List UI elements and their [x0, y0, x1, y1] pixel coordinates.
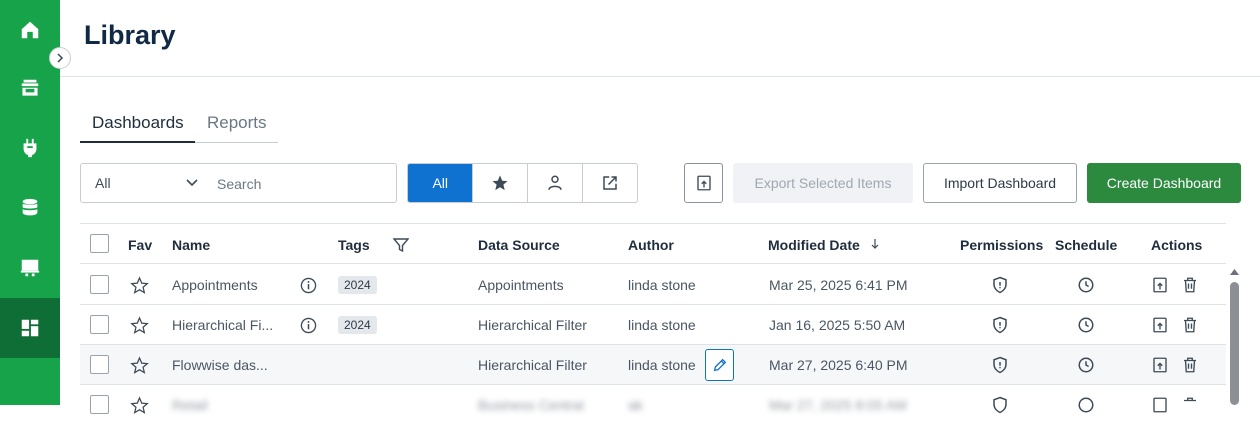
- sidebar-item-data[interactable]: [0, 178, 60, 238]
- database-icon: [22, 198, 38, 216]
- shield-icon[interactable]: [991, 316, 1009, 334]
- table-row[interactable]: Retail Business Central ak Mar 27, 2025 …: [80, 385, 1226, 425]
- table-header: Fav Name Tags Data Source Author Modifie…: [80, 223, 1226, 264]
- active-tab-indicator: [80, 141, 195, 143]
- export-icon-button[interactable]: [684, 163, 723, 203]
- table-row[interactable]: Flowwise das... Hierarchical Filter lind…: [80, 345, 1226, 385]
- header-actions: Actions: [1151, 237, 1203, 253]
- row-modified-date: Mar 27, 2025 8:05 AM: [769, 397, 907, 413]
- export-dashboard-icon: [696, 175, 711, 191]
- shield-icon[interactable]: [991, 356, 1009, 374]
- plug-icon: [23, 138, 37, 158]
- table-row[interactable]: Hierarchical Fi... 2024 Hierarchical Fil…: [80, 305, 1226, 345]
- sidebar-item-inbox[interactable]: [0, 58, 60, 118]
- row-data-source: Appointments: [478, 277, 564, 293]
- row-checkbox[interactable]: [90, 315, 109, 334]
- chevron-down-icon[interactable]: [185, 176, 199, 190]
- tag-badge: 2024: [338, 316, 377, 334]
- info-icon[interactable]: [300, 317, 317, 334]
- export-dashboard-icon[interactable]: [1151, 396, 1169, 414]
- import-dashboard-button[interactable]: Import Dashboard: [923, 163, 1077, 203]
- sort-down-icon[interactable]: [870, 238, 880, 250]
- header-permissions: Permissions: [960, 237, 1044, 253]
- row-name[interactable]: Flowwise das...: [172, 357, 268, 373]
- clock-icon[interactable]: [1077, 316, 1095, 334]
- home-icon: [21, 21, 39, 39]
- search-box: All: [80, 163, 397, 203]
- sidebar-item-presentations[interactable]: [0, 238, 60, 298]
- export-dashboard-icon[interactable]: [1151, 276, 1169, 294]
- tag-badge: 2024: [338, 276, 377, 294]
- presentation-icon: [20, 259, 40, 277]
- header-tags[interactable]: Tags: [338, 237, 370, 253]
- row-modified-date: Mar 27, 2025 6:40 PM: [769, 357, 908, 373]
- row-data-source: Hierarchical Filter: [478, 317, 587, 333]
- search-input[interactable]: [215, 172, 389, 196]
- page-title: Library: [84, 20, 176, 50]
- filter-icon[interactable]: [393, 237, 409, 253]
- view-filter-group: All: [407, 163, 638, 203]
- scroll-up-icon[interactable]: [1229, 268, 1240, 276]
- star-outline-icon[interactable]: [130, 356, 149, 375]
- tab-dashboards[interactable]: Dashboards: [92, 113, 184, 133]
- star-outline-icon[interactable]: [130, 316, 149, 335]
- search-filter-select[interactable]: All: [95, 175, 111, 191]
- row-data-source: Business Central: [478, 397, 584, 413]
- scrollbar-thumb[interactable]: [1230, 282, 1239, 405]
- row-checkbox[interactable]: [90, 275, 109, 294]
- header-fav[interactable]: Fav: [128, 237, 152, 253]
- table-row[interactable]: Appointments 2024 Appointments linda sto…: [80, 265, 1226, 305]
- row-author: linda stone: [628, 317, 696, 333]
- user-icon: [547, 175, 562, 190]
- row-modified-date: Mar 25, 2025 6:41 PM: [769, 277, 908, 293]
- trash-icon[interactable]: [1181, 316, 1199, 334]
- row-checkbox[interactable]: [90, 355, 109, 374]
- library-tabs: Dashboards Reports: [80, 108, 278, 143]
- row-modified-date: Jan 16, 2025 5:50 AM: [769, 317, 906, 333]
- create-dashboard-button[interactable]: Create Dashboard: [1087, 163, 1241, 203]
- row-author: linda stone: [628, 357, 696, 373]
- header-author[interactable]: Author: [628, 237, 674, 253]
- edit-author-button[interactable]: [705, 349, 734, 381]
- shield-icon[interactable]: [991, 276, 1009, 294]
- tab-reports[interactable]: Reports: [207, 113, 267, 133]
- archive-icon: [21, 79, 39, 97]
- row-data-source: Hierarchical Filter: [478, 357, 587, 373]
- sidebar-item-library[interactable]: [0, 298, 60, 358]
- row-author: ak: [628, 397, 643, 413]
- trash-icon[interactable]: [1181, 356, 1199, 374]
- row-author: linda stone: [628, 277, 696, 293]
- clock-icon[interactable]: [1077, 276, 1095, 294]
- star-icon: [492, 175, 508, 191]
- export-dashboard-icon[interactable]: [1151, 356, 1169, 374]
- header-schedule: Schedule: [1055, 237, 1118, 253]
- filter-mine-button[interactable]: [528, 164, 583, 202]
- star-outline-icon[interactable]: [130, 396, 149, 415]
- pencil-icon: [713, 358, 726, 372]
- trash-icon[interactable]: [1181, 396, 1199, 414]
- filter-all-button[interactable]: All: [408, 164, 474, 202]
- clock-icon[interactable]: [1077, 356, 1095, 374]
- row-name[interactable]: Hierarchical Fi...: [172, 317, 273, 333]
- info-icon[interactable]: [300, 277, 317, 294]
- trash-icon[interactable]: [1181, 276, 1199, 294]
- row-name[interactable]: Retail: [172, 397, 208, 413]
- row-name[interactable]: Appointments: [172, 277, 258, 293]
- sidebar-item-connections[interactable]: [0, 118, 60, 178]
- export-dashboard-icon[interactable]: [1151, 316, 1169, 334]
- page-header: Library: [60, 0, 1260, 77]
- filter-shared-button[interactable]: [583, 164, 638, 202]
- header-modified-date[interactable]: Modified Date: [768, 237, 860, 253]
- header-name[interactable]: Name: [172, 237, 210, 253]
- select-all-checkbox[interactable]: [90, 234, 109, 253]
- clock-icon[interactable]: [1077, 396, 1095, 414]
- share-icon: [603, 176, 617, 190]
- export-selected-button[interactable]: Export Selected Items: [733, 163, 913, 203]
- dashboard-icon: [21, 319, 39, 337]
- star-outline-icon[interactable]: [130, 276, 149, 295]
- shield-icon[interactable]: [991, 396, 1009, 414]
- header-data-source[interactable]: Data Source: [478, 237, 560, 253]
- filter-favorites-button[interactable]: [473, 164, 528, 202]
